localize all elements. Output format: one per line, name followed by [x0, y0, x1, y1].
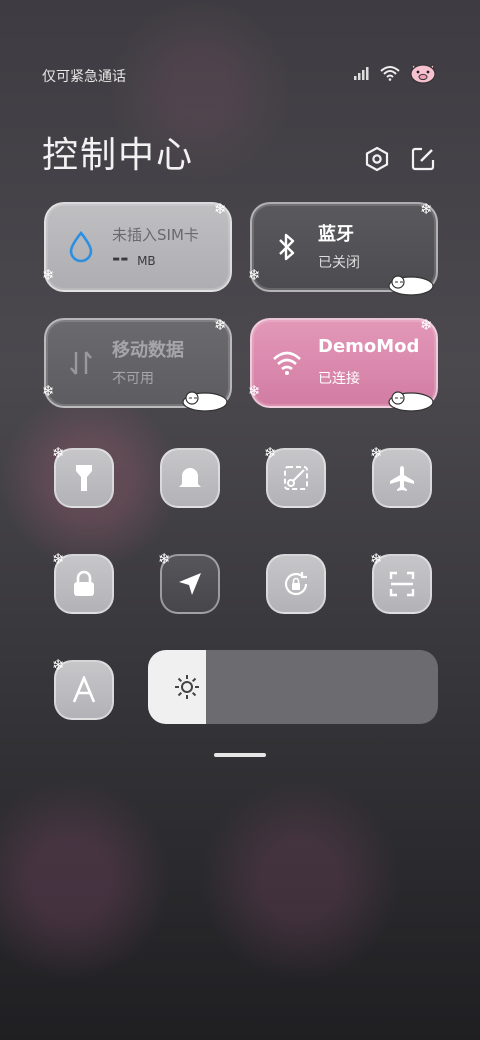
- bluetooth-tile[interactable]: 蓝牙 已关闭 ❄ ❄: [248, 200, 438, 296]
- snowflake-icon: ❄: [214, 316, 227, 334]
- wifi-status: 已连接: [318, 371, 360, 387]
- location-arrow-icon: [179, 573, 201, 595]
- font-a-icon: [72, 676, 96, 703]
- snowflake-icon: ❄: [264, 444, 277, 462]
- flashlight-icon: [76, 465, 92, 491]
- signal-icon: [354, 67, 369, 80]
- pig-face-icon: [410, 62, 436, 84]
- scanner-toggle[interactable]: ❄: [370, 550, 432, 614]
- flashlight-toggle[interactable]: ❄: [52, 444, 114, 508]
- scissors-icon: [284, 466, 308, 490]
- water-drop-icon: [64, 228, 98, 266]
- bluetooth-icon: [270, 228, 304, 266]
- sleeping-sheep-icon: [182, 391, 228, 412]
- sim-status-text: 未插入SIM卡: [112, 226, 199, 244]
- snowflake-icon: ❄: [52, 656, 65, 674]
- mobile-data-status: 不可用: [112, 371, 154, 387]
- edit-icon: [411, 147, 435, 171]
- sun-icon: [175, 675, 199, 699]
- bluetooth-status: 已关闭: [318, 255, 360, 271]
- snowflake-icon: ❄: [158, 550, 171, 568]
- rotation-lock-icon: [284, 572, 308, 596]
- lock-icon: [74, 570, 94, 596]
- wifi-network-name: DemoMod: [318, 336, 420, 357]
- status-icons: [354, 62, 438, 84]
- mobile-data-title: 移动数据: [112, 340, 184, 361]
- sleeping-sheep-icon: [388, 275, 434, 296]
- location-toggle[interactable]: ❄: [158, 550, 220, 614]
- snowflake-icon: ❄: [52, 444, 65, 462]
- airplane-toggle[interactable]: ❄: [370, 444, 432, 508]
- wifi-tile-icon: [270, 344, 304, 382]
- settings-hexagon-icon: [365, 146, 389, 172]
- data-usage-value: --: [112, 246, 129, 270]
- snowflake-icon: ❄: [420, 316, 433, 334]
- drag-handle[interactable]: [214, 753, 266, 757]
- rotation-lock-toggle[interactable]: [266, 554, 326, 614]
- data-usage-unit: MB: [137, 254, 156, 268]
- bell-icon: [179, 468, 201, 487]
- mobile-data-tile[interactable]: 移动数据 不可用 ❄ ❄: [42, 316, 232, 412]
- snowflake-icon: ❄: [214, 200, 227, 218]
- scan-icon: [389, 571, 415, 597]
- snowflake-icon: ❄: [420, 200, 433, 218]
- carrier-status-text: 仅可紧急通话: [42, 69, 126, 85]
- edit-button[interactable]: [408, 144, 438, 174]
- snowflake-icon: ❄: [42, 382, 55, 400]
- snowflake-icon: ❄: [370, 444, 383, 462]
- snowflake-icon: ❄: [42, 266, 55, 284]
- settings-button[interactable]: [362, 144, 392, 174]
- sleeping-sheep-icon: [388, 391, 434, 412]
- font-size-toggle[interactable]: ❄: [52, 656, 114, 720]
- wifi-icon: [380, 66, 400, 81]
- mobile-usage-tile[interactable]: 未插入SIM卡 -- MB ❄ ❄: [42, 200, 232, 292]
- snowflake-icon: ❄: [248, 382, 261, 400]
- snowflake-icon: ❄: [52, 550, 65, 568]
- data-arrows-icon: [64, 344, 98, 382]
- status-bar: 仅可紧急通话: [42, 62, 438, 90]
- bluetooth-title: 蓝牙: [318, 224, 354, 245]
- page-title: 控制中心: [42, 135, 195, 176]
- snowflake-icon: ❄: [248, 266, 261, 284]
- data-usage-readout: -- MB: [112, 246, 156, 270]
- brightness-slider[interactable]: [148, 650, 438, 724]
- snowflake-icon: ❄: [370, 550, 383, 568]
- airplane-icon: [390, 466, 414, 491]
- wifi-tile[interactable]: DemoMod 已连接 ❄ ❄: [248, 316, 438, 412]
- screenshot-toggle[interactable]: ❄: [264, 444, 326, 508]
- lock-screen-toggle[interactable]: ❄: [52, 550, 114, 614]
- ring-toggle[interactable]: [160, 448, 220, 508]
